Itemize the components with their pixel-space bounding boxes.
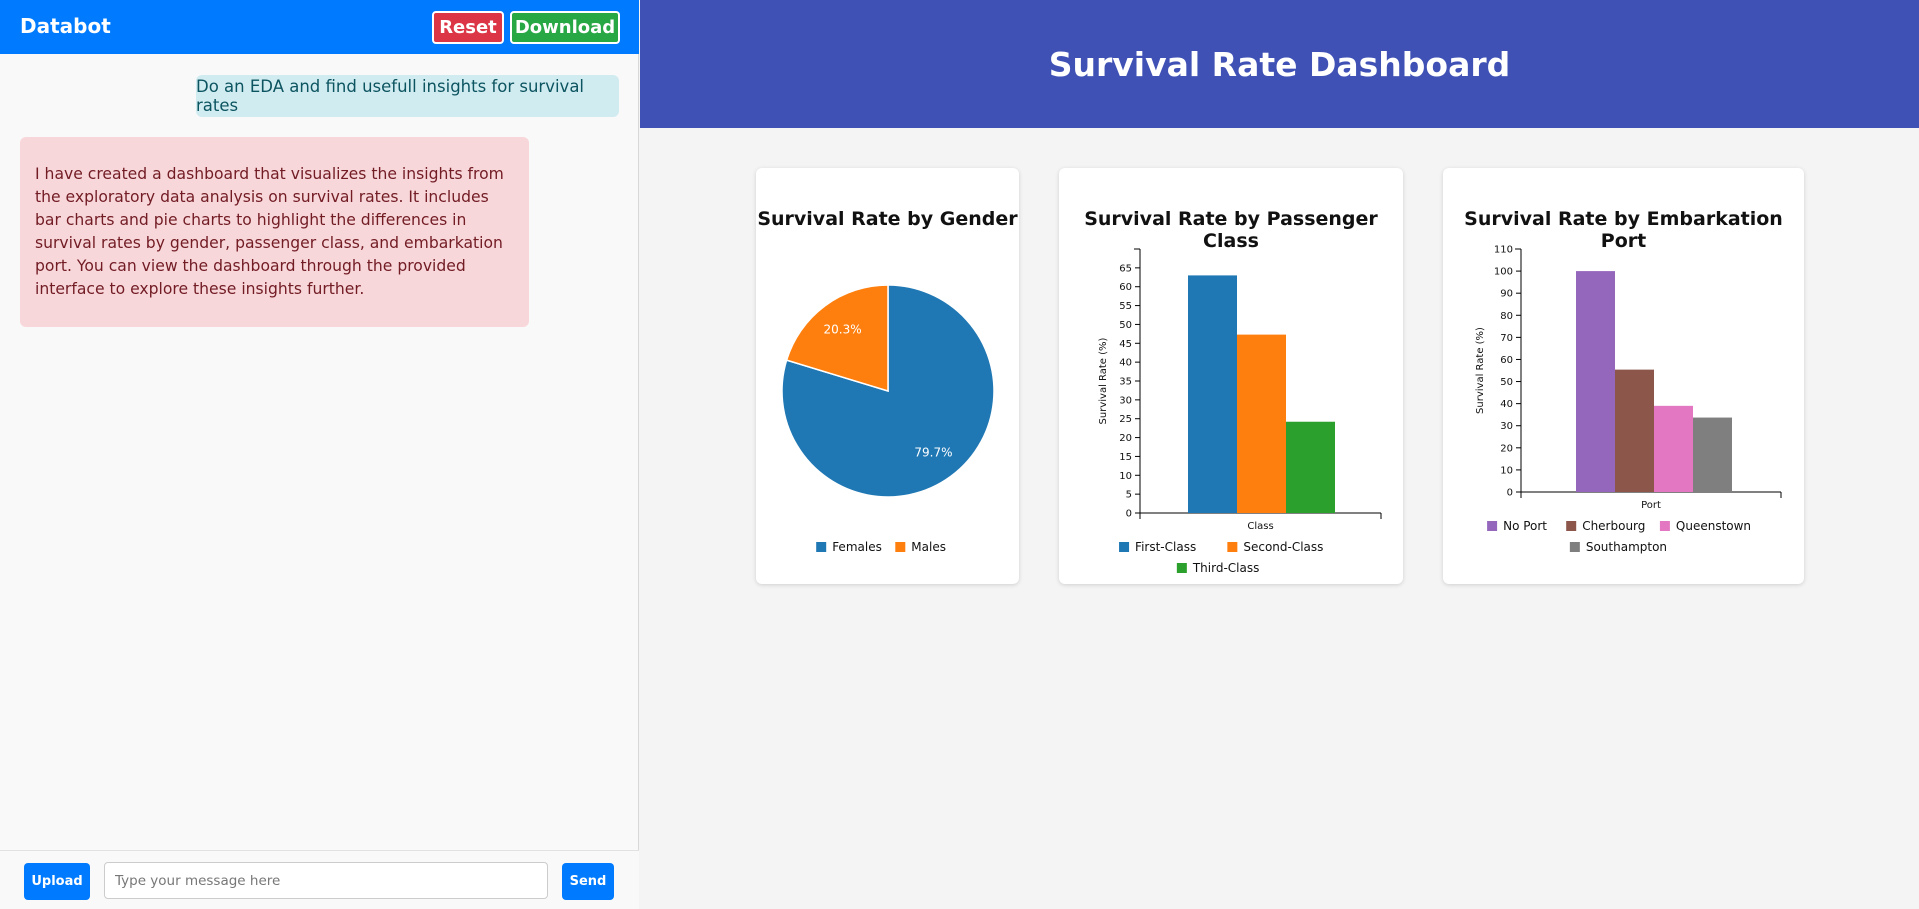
legend-swatch bbox=[1569, 542, 1580, 552]
y-tick-label: 40 bbox=[1500, 399, 1513, 410]
chat-panel: Databot Reset Download Do an EDA and fin… bbox=[0, 0, 639, 909]
y-tick-label: 30 bbox=[1500, 421, 1513, 432]
legend-label: Second-Class bbox=[1243, 540, 1323, 554]
dashboard-title: Survival Rate Dashboard bbox=[1048, 44, 1511, 84]
download-button[interactable]: Download bbox=[510, 11, 620, 44]
y-tick-label: 10 bbox=[1119, 471, 1132, 482]
legend-swatch bbox=[816, 542, 827, 552]
y-tick-label: 70 bbox=[1500, 333, 1513, 344]
pie-slice-label: 20.3% bbox=[823, 323, 861, 337]
legend-swatch bbox=[1176, 563, 1187, 573]
y-tick-label: 15 bbox=[1119, 452, 1132, 463]
chat-header: Databot Reset Download bbox=[0, 0, 639, 54]
legend-label: Third-Class bbox=[1192, 561, 1260, 575]
y-tick-label: 80 bbox=[1500, 311, 1513, 322]
y-tick-label: 20 bbox=[1500, 443, 1513, 454]
port-bar-chart: 0 10 20 30 40 50 60 70 80 90 100 110 Port Survival Ra… bbox=[1475, 245, 1782, 554]
message-input-bar: Upload Send bbox=[0, 850, 639, 909]
bar-queenstown bbox=[1654, 405, 1693, 492]
y-tick-label: 65 bbox=[1119, 263, 1132, 274]
bot-message: I have created a dashboard that visualiz… bbox=[20, 137, 529, 327]
legend-label: Southampton bbox=[1586, 540, 1667, 554]
dashboard-header: Survival Rate Dashboard bbox=[640, 0, 1919, 128]
bar-no-port bbox=[1576, 271, 1615, 492]
bar-southampton bbox=[1693, 417, 1732, 492]
class-bar-chart: 0 5 10 15 20 25 30 35 40 45 50 55 60 65 Class Survival … bbox=[1098, 248, 1382, 575]
bar-second-class bbox=[1237, 334, 1286, 513]
x-axis-label: Class bbox=[1247, 521, 1273, 532]
send-button[interactable]: Send bbox=[562, 863, 614, 900]
gender-pie-chart: 79.7% 20.3% Females Males bbox=[781, 284, 995, 554]
legend-swatch bbox=[1659, 521, 1670, 531]
y-tick-label: 55 bbox=[1119, 301, 1132, 312]
bar-third-class bbox=[1286, 421, 1335, 513]
class-chart-card: Survival Rate by Passenger Class 0 5 10 15 2… bbox=[1059, 168, 1403, 584]
legend-label: Queenstown bbox=[1676, 519, 1751, 533]
x-axis-label: Port bbox=[1641, 500, 1661, 511]
y-tick-label: 45 bbox=[1119, 339, 1132, 350]
y-tick-label: 30 bbox=[1119, 395, 1132, 406]
y-tick-label: 50 bbox=[1500, 377, 1513, 388]
legend-label: No Port bbox=[1503, 519, 1547, 533]
y-tick-label: 50 bbox=[1119, 320, 1132, 331]
upload-button[interactable]: Upload bbox=[24, 863, 90, 900]
legend-swatch bbox=[1566, 521, 1577, 531]
reset-button[interactable]: Reset bbox=[432, 11, 504, 44]
app-title: Databot bbox=[20, 14, 111, 38]
y-tick-label: 5 bbox=[1126, 490, 1132, 501]
bar-first-class bbox=[1188, 275, 1237, 513]
y-tick-label: 60 bbox=[1500, 355, 1513, 366]
y-tick-label: 20 bbox=[1119, 433, 1132, 444]
y-tick-label: 10 bbox=[1500, 465, 1513, 476]
y-tick-label: 90 bbox=[1500, 289, 1513, 300]
legend-swatch bbox=[1119, 542, 1130, 552]
legend-swatch bbox=[1227, 542, 1238, 552]
legend-swatch bbox=[895, 542, 906, 552]
pie-slice-label: 79.7% bbox=[914, 445, 952, 459]
y-tick-label: 25 bbox=[1119, 414, 1132, 425]
legend-label: Females bbox=[832, 540, 882, 554]
y-tick-label: 60 bbox=[1119, 282, 1132, 293]
y-tick-label: 110 bbox=[1494, 245, 1513, 256]
legend-label: Cherbourg bbox=[1582, 519, 1645, 533]
y-tick-label: 100 bbox=[1494, 267, 1513, 278]
y-axis-label: Survival Rate (%) bbox=[1475, 327, 1486, 414]
gender-chart-card: Survival Rate by Gender 79.7% 20.3% Female… bbox=[756, 168, 1019, 584]
user-message: Do an EDA and find usefull insights for … bbox=[196, 75, 619, 117]
y-tick-label: 0 bbox=[1126, 509, 1132, 520]
y-axis-label: Survival Rate (%) bbox=[1098, 337, 1109, 424]
port-chart-card: Survival Rate by Embarkation Port 0 10 20 3… bbox=[1443, 168, 1804, 584]
y-tick-label: 40 bbox=[1119, 358, 1132, 369]
legend-label: Males bbox=[911, 540, 946, 554]
legend-label: First-Class bbox=[1135, 540, 1196, 554]
legend-swatch bbox=[1487, 521, 1498, 531]
y-tick-label: 35 bbox=[1119, 377, 1132, 388]
y-tick-label: 0 bbox=[1507, 488, 1513, 499]
bar-cherbourg bbox=[1615, 369, 1654, 492]
message-input[interactable] bbox=[104, 862, 548, 899]
